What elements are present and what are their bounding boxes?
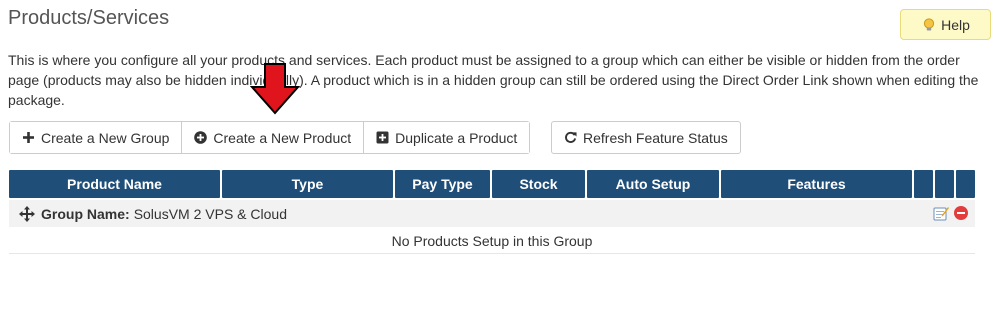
move-arrows-icon[interactable] [19, 205, 35, 222]
edit-icon[interactable] [933, 205, 949, 221]
group-row: Group Name: SolusVM 2 VPS & Cloud [9, 200, 975, 227]
refresh-feature-status-button[interactable]: Refresh Feature Status [551, 121, 741, 154]
column-header-features[interactable]: Features [721, 170, 912, 198]
create-product-button[interactable]: Create a New Product [181, 122, 364, 153]
column-header-pay-type[interactable]: Pay Type [395, 170, 490, 198]
column-header-type[interactable]: Type [222, 170, 393, 198]
empty-group-message: No Products Setup in this Group [9, 228, 975, 254]
help-label: Help [941, 16, 970, 33]
duplicate-product-button[interactable]: Duplicate a Product [363, 122, 530, 153]
table-header: Product Name Type Pay Type Stock Auto Se… [9, 170, 975, 198]
refresh-feature-status-label: Refresh Feature Status [583, 129, 728, 146]
column-header-blank-2 [935, 170, 954, 198]
help-button[interactable]: Help [900, 9, 991, 40]
plus-icon [23, 132, 34, 143]
group-actions [933, 205, 969, 221]
intro-text: This is where you configure all your pro… [8, 52, 979, 108]
column-header-blank-1 [914, 170, 933, 198]
group-name-value: SolusVM 2 VPS & Cloud [133, 205, 287, 222]
column-header-product-name[interactable]: Product Name [9, 170, 220, 198]
page-title: Products/Services [8, 7, 170, 29]
create-group-label: Create a New Group [41, 129, 170, 146]
lightbulb-icon [923, 17, 935, 30]
duplicate-product-label: Duplicate a Product [395, 129, 518, 146]
group-name-label: Group Name: [41, 205, 130, 222]
column-header-blank-3 [956, 170, 975, 198]
column-header-auto-setup[interactable]: Auto Setup [587, 170, 719, 198]
plus-circle-icon [194, 131, 208, 144]
create-product-label: Create a New Product [213, 129, 352, 146]
column-header-stock[interactable]: Stock [492, 170, 585, 198]
delete-icon[interactable] [953, 205, 969, 221]
red-down-arrow-icon [250, 63, 300, 115]
create-group-button[interactable]: Create a New Group [10, 122, 182, 153]
plus-square-icon [376, 131, 389, 144]
refresh-icon [565, 131, 577, 143]
toolbar-button-group: Create a New Group Create a New Product … [9, 121, 531, 154]
